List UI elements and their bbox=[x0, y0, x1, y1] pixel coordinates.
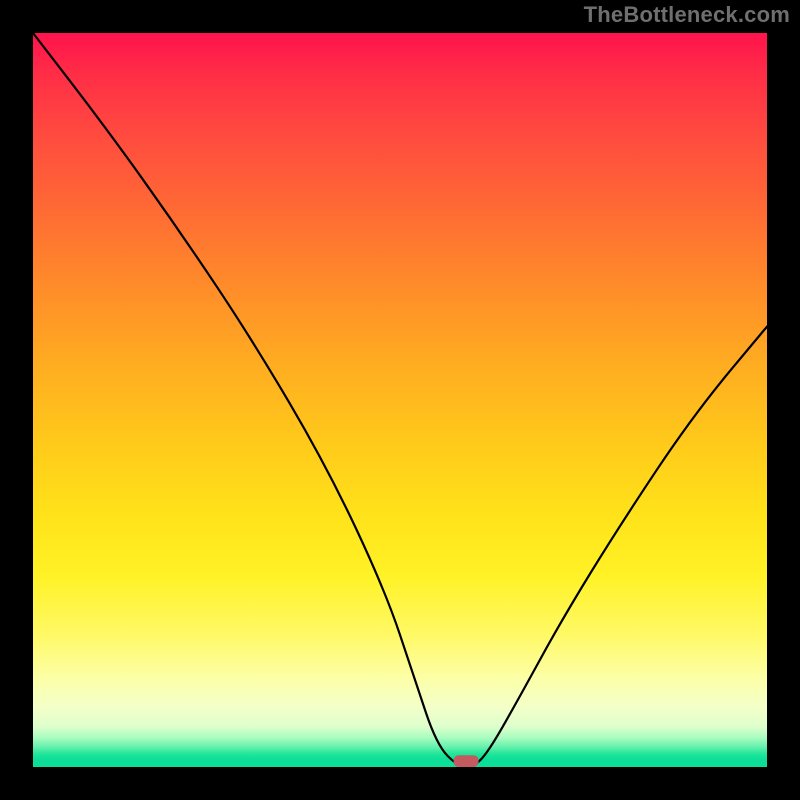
plot-area bbox=[33, 33, 767, 767]
bottleneck-curve bbox=[33, 33, 767, 767]
optimum-marker bbox=[454, 755, 479, 767]
chart-frame: TheBottleneck.com bbox=[0, 0, 800, 800]
watermark-text: TheBottleneck.com bbox=[584, 2, 790, 28]
curve-layer bbox=[33, 33, 767, 767]
